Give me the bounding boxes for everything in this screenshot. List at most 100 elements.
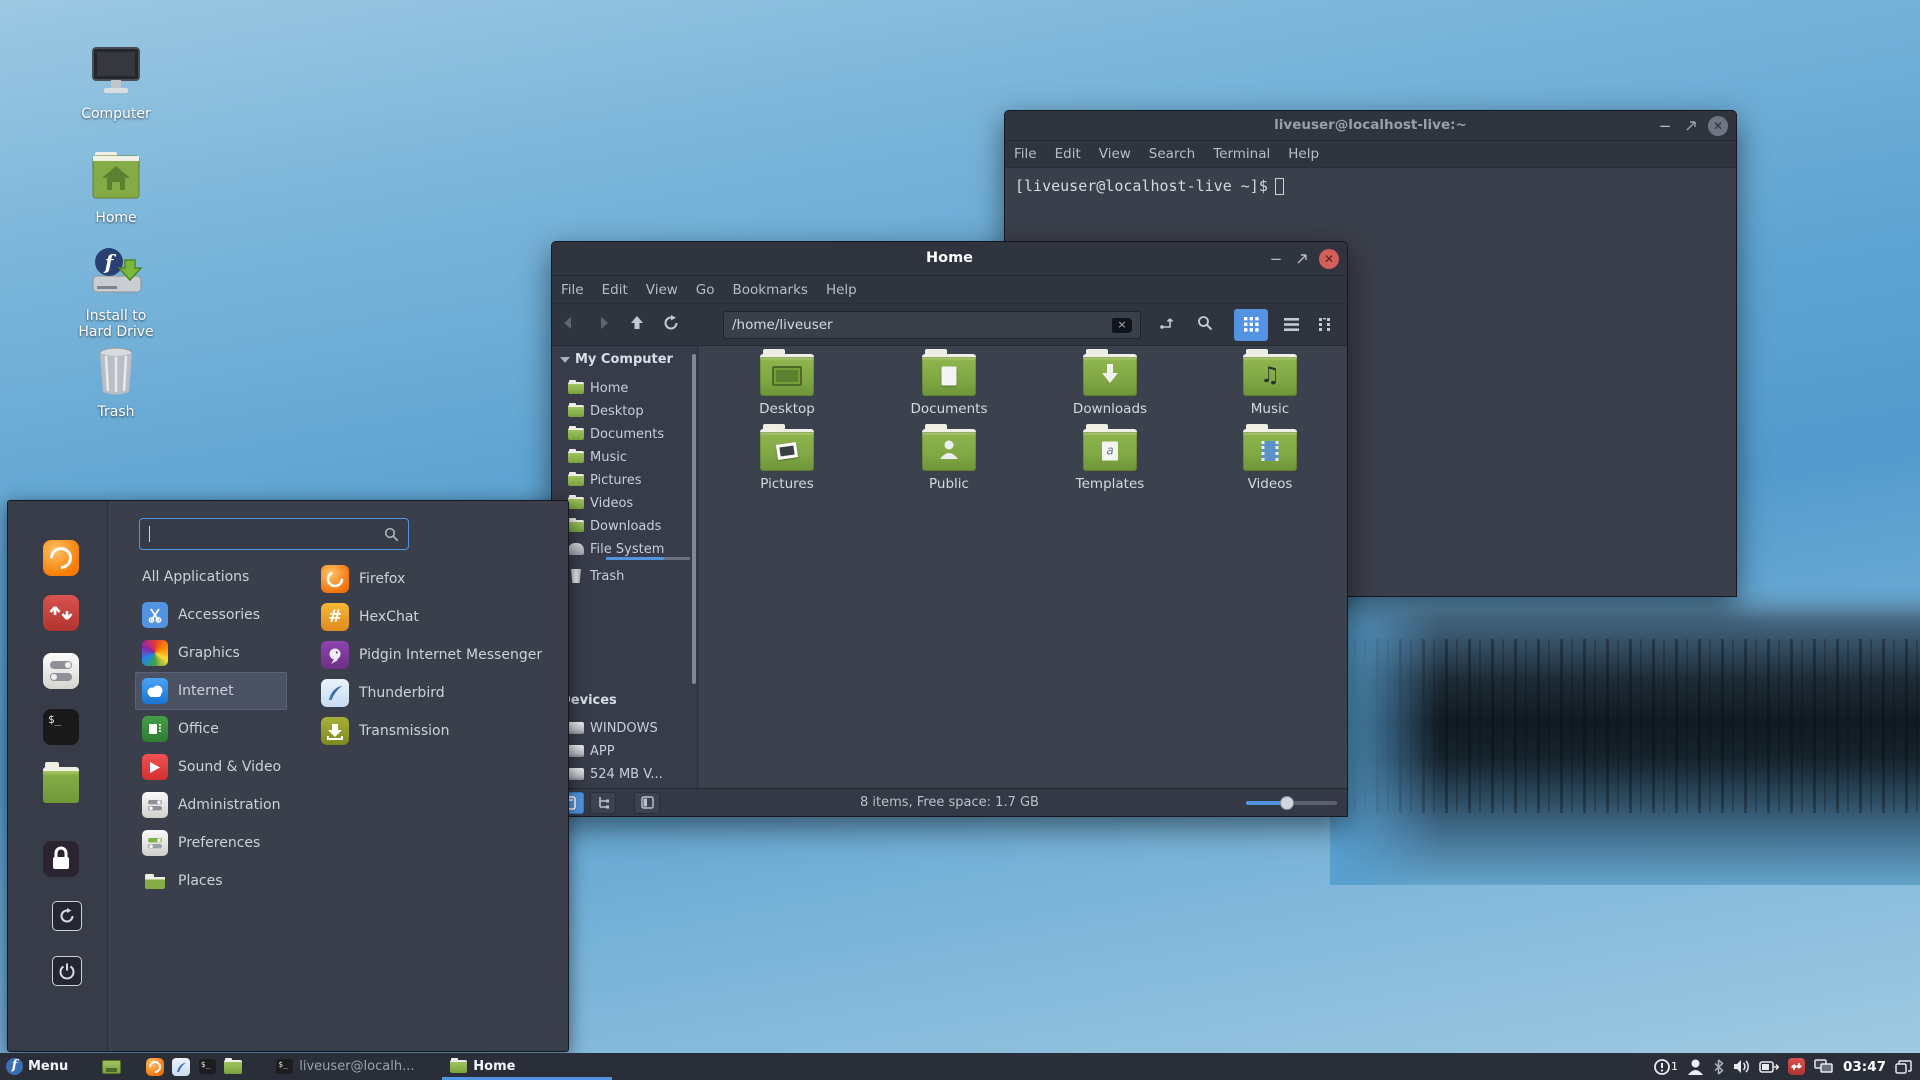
category-administration[interactable]: Administration (135, 786, 287, 824)
category-graphics[interactable]: Graphics (135, 634, 287, 672)
updates-tray-icon[interactable] (1788, 1058, 1806, 1075)
favorite-files-icon[interactable] (43, 762, 79, 803)
launcher-firefox[interactable] (142, 1053, 168, 1080)
zoom-slider[interactable] (1246, 796, 1337, 810)
menu-edit[interactable]: Edit (1046, 146, 1090, 162)
sidebar-section-my-computer[interactable]: My Computer (560, 352, 673, 367)
menu-help[interactable]: Help (1279, 146, 1328, 162)
folder-downloads[interactable]: Downloads (1040, 349, 1180, 417)
taskbar-window-terminal[interactable]: $_ liveuser@localh... (268, 1053, 438, 1080)
menu-search-input[interactable] (139, 518, 409, 550)
compact-view-button[interactable] (1309, 309, 1343, 341)
forward-button[interactable] (586, 315, 620, 334)
show-desktop-button[interactable] (98, 1053, 124, 1080)
app-thunderbird[interactable]: Thunderbird (321, 674, 556, 712)
sidebar-device-524mb[interactable]: 524 MB V... (568, 763, 693, 785)
app-transmission[interactable]: Transmission (321, 712, 556, 750)
desktop-icon-install[interactable]: f Install to Hard Drive (70, 246, 162, 340)
category-sound-video[interactable]: Sound & Video (135, 748, 287, 786)
category-all-applications[interactable]: All Applications (135, 558, 287, 596)
favorite-firefox-icon[interactable] (43, 540, 79, 576)
sidebar-item-music[interactable]: Music (568, 446, 693, 468)
back-button[interactable] (552, 315, 586, 334)
list-view-button[interactable] (1274, 309, 1308, 341)
launcher-terminal[interactable]: $_ (194, 1053, 220, 1080)
sidebar-scrollbar[interactable] (692, 354, 696, 684)
desktop-icon-home[interactable]: Home (70, 150, 162, 226)
desktop-icon-trash[interactable]: Trash (70, 346, 162, 420)
clock[interactable]: 03:47 (1843, 1059, 1886, 1075)
sidebar-item-videos[interactable]: Videos (568, 492, 693, 514)
folder-music[interactable]: ♫ Music (1200, 349, 1340, 417)
favorite-terminal-icon[interactable]: $_ (43, 709, 79, 745)
folder-pictures[interactable]: Pictures (717, 424, 857, 492)
menu-help[interactable]: Help (817, 282, 866, 298)
menu-bookmarks[interactable]: Bookmarks (724, 282, 817, 298)
volume-icon[interactable] (1733, 1059, 1750, 1074)
up-button[interactable] (620, 315, 654, 334)
folder-templates[interactable]: a Templates (1040, 424, 1180, 492)
menu-search[interactable]: Search (1140, 146, 1204, 162)
sidebar-item-file-system[interactable]: File System (568, 538, 693, 560)
sidebar-device-app[interactable]: APP (568, 740, 693, 762)
taskbar-window-home[interactable]: Home (442, 1053, 613, 1080)
restart-button[interactable] (52, 901, 82, 931)
menu-view[interactable]: View (637, 282, 687, 298)
battery-icon[interactable] (1759, 1060, 1780, 1074)
menu-edit[interactable]: Edit (593, 282, 637, 298)
sidebar-item-documents[interactable]: Documents (568, 423, 693, 445)
folder-documents[interactable]: Documents (879, 349, 1019, 417)
favorite-software-update-icon[interactable] (43, 595, 79, 631)
category-places[interactable]: Places (135, 862, 287, 900)
clear-location-icon[interactable]: × (1112, 317, 1132, 333)
category-office[interactable]: Office (135, 710, 287, 748)
close-button[interactable]: ✕ (1708, 115, 1728, 136)
terminal-titlebar[interactable]: liveuser@localhost-live:~ − ✕ (1005, 111, 1736, 141)
sidebar-device-windows[interactable]: WINDOWS (568, 717, 693, 739)
maximize-button[interactable] (1678, 116, 1704, 135)
shutdown-button[interactable] (52, 956, 82, 986)
user-applet-icon[interactable] (1687, 1058, 1704, 1075)
sidebar-item-trash[interactable]: Trash (568, 565, 693, 587)
category-accessories[interactable]: Accessories (135, 596, 287, 634)
category-internet[interactable]: Internet (135, 672, 287, 710)
maximize-button[interactable] (1289, 249, 1315, 268)
window-list-icon[interactable] (1895, 1059, 1912, 1074)
minimize-button[interactable]: − (1263, 250, 1289, 268)
sidebar-item-desktop[interactable]: Desktop (568, 400, 693, 422)
favorite-settings-icon[interactable] (43, 653, 79, 689)
taskbar-menu-button[interactable]: f Menu (0, 1058, 76, 1075)
network-icon[interactable] (1814, 1059, 1834, 1074)
desktop-icon-computer[interactable]: Computer (70, 46, 162, 122)
menu-terminal[interactable]: Terminal (1204, 146, 1279, 162)
notification-icon[interactable]: 1 (1654, 1058, 1678, 1075)
menu-go[interactable]: Go (687, 282, 724, 298)
sidebar-item-downloads[interactable]: Downloads (568, 515, 693, 537)
folder-desktop[interactable]: Desktop (717, 349, 857, 417)
file-manager-content[interactable]: Desktop Documents Downloads ♫ Music Pict… (699, 346, 1347, 788)
zoom-slider-knob[interactable] (1280, 796, 1294, 810)
launcher-thunderbird[interactable] (168, 1053, 194, 1080)
menu-file[interactable]: File (1005, 146, 1046, 162)
minimize-button[interactable]: − (1652, 117, 1678, 135)
bluetooth-icon[interactable] (1713, 1058, 1724, 1075)
search-icon[interactable] (1188, 315, 1222, 335)
location-entry[interactable]: /home/liveuser × (723, 311, 1141, 339)
category-preferences[interactable]: Preferences (135, 824, 287, 862)
favorite-lock-screen-icon[interactable] (43, 841, 79, 877)
folder-videos[interactable]: Videos (1200, 424, 1340, 492)
close-button[interactable]: ✕ (1319, 248, 1339, 269)
app-pidgin[interactable]: Pidgin Internet Messenger (321, 636, 556, 674)
menu-file[interactable]: File (552, 282, 593, 298)
launcher-files[interactable] (220, 1053, 246, 1080)
app-hexchat[interactable]: # HexChat (321, 598, 556, 636)
refresh-button[interactable] (654, 314, 688, 335)
folder-public[interactable]: Public (879, 424, 1019, 492)
expander-icon[interactable] (560, 356, 570, 363)
app-firefox[interactable]: Firefox (321, 560, 556, 598)
menu-view[interactable]: View (1090, 146, 1140, 162)
sidebar-item-home[interactable]: Home (568, 377, 693, 399)
file-manager-titlebar[interactable]: Home − ✕ (552, 242, 1347, 276)
sidebar-item-pictures[interactable]: Pictures (568, 469, 693, 491)
toggle-location-entry-icon[interactable] (1150, 315, 1184, 335)
